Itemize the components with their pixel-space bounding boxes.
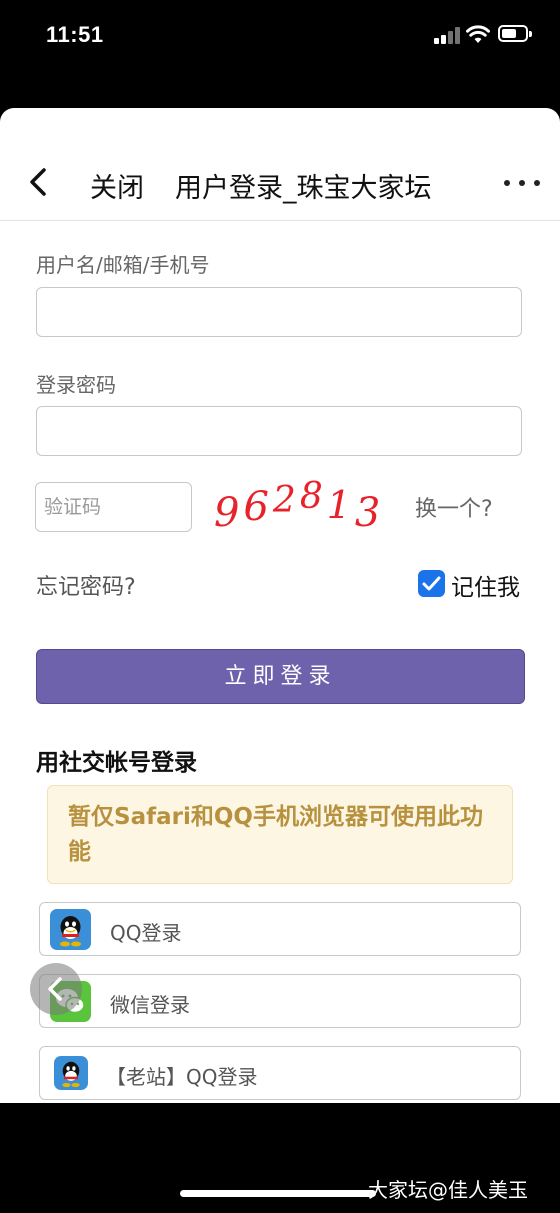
login-sheet: 关闭 用户登录_珠宝大家坛 用户名/邮箱/手机号 登录密码 962813 换一个…: [0, 108, 560, 1103]
page-title: 用户登录_珠宝大家坛: [175, 173, 432, 204]
status-bar: 11:51: [0, 0, 560, 70]
qq-icon: [54, 1056, 88, 1090]
more-options-icon[interactable]: [500, 178, 544, 188]
old-site-qq-login-label: 【老站】QQ登录: [106, 1065, 258, 1089]
qq-icon: [50, 909, 91, 950]
home-indicator[interactable]: [180, 1190, 376, 1197]
old-site-qq-login-button[interactable]: 【老站】QQ登录: [39, 1046, 521, 1100]
username-input[interactable]: [36, 287, 522, 337]
captcha-digit: 3: [355, 490, 384, 536]
remember-me-label: 记住我: [451, 575, 520, 601]
login-button[interactable]: 立即登录: [36, 649, 525, 704]
cellular-signal-icon: [434, 26, 460, 44]
captcha-digit: 6: [243, 484, 272, 530]
battery-icon: [498, 25, 532, 42]
captcha-refresh-link[interactable]: 换一个?: [415, 491, 493, 523]
captcha-input[interactable]: [35, 482, 192, 532]
captcha-digit: 1: [327, 483, 355, 527]
captcha-image[interactable]: 962813: [210, 478, 400, 538]
password-label: 登录密码: [36, 373, 116, 397]
captcha-digit: 8: [300, 478, 327, 517]
back-chevron-icon[interactable]: [24, 162, 54, 202]
username-label: 用户名/邮箱/手机号: [36, 253, 210, 277]
captcha-code: 962813: [214, 478, 384, 536]
status-time: 11:51: [46, 22, 104, 47]
browser-notice: 暂仅Safari和QQ手机浏览器可使用此功能: [47, 785, 513, 884]
wechat-login-button[interactable]: 微信登录: [39, 974, 521, 1028]
checkbox-checked-icon[interactable]: [418, 570, 445, 597]
back-arrow-icon: [48, 977, 62, 1001]
qq-login-button[interactable]: QQ登录: [39, 902, 521, 956]
wifi-icon: [466, 25, 490, 43]
captcha-digit: 2: [272, 480, 300, 521]
close-button[interactable]: 关闭: [90, 166, 144, 205]
watermark: 大家坛@佳人美玉: [368, 1178, 528, 1202]
password-input[interactable]: [36, 406, 522, 456]
nav-bar: 关闭 用户登录_珠宝大家坛: [0, 108, 560, 221]
floating-back-button[interactable]: [30, 963, 82, 1015]
qq-login-label: QQ登录: [110, 921, 182, 945]
captcha-digit: 9: [214, 490, 243, 536]
forgot-password-link[interactable]: 忘记密码?: [36, 569, 136, 601]
wechat-login-label: 微信登录: [110, 993, 190, 1017]
social-login-heading: 用社交帐号登录: [36, 750, 197, 776]
